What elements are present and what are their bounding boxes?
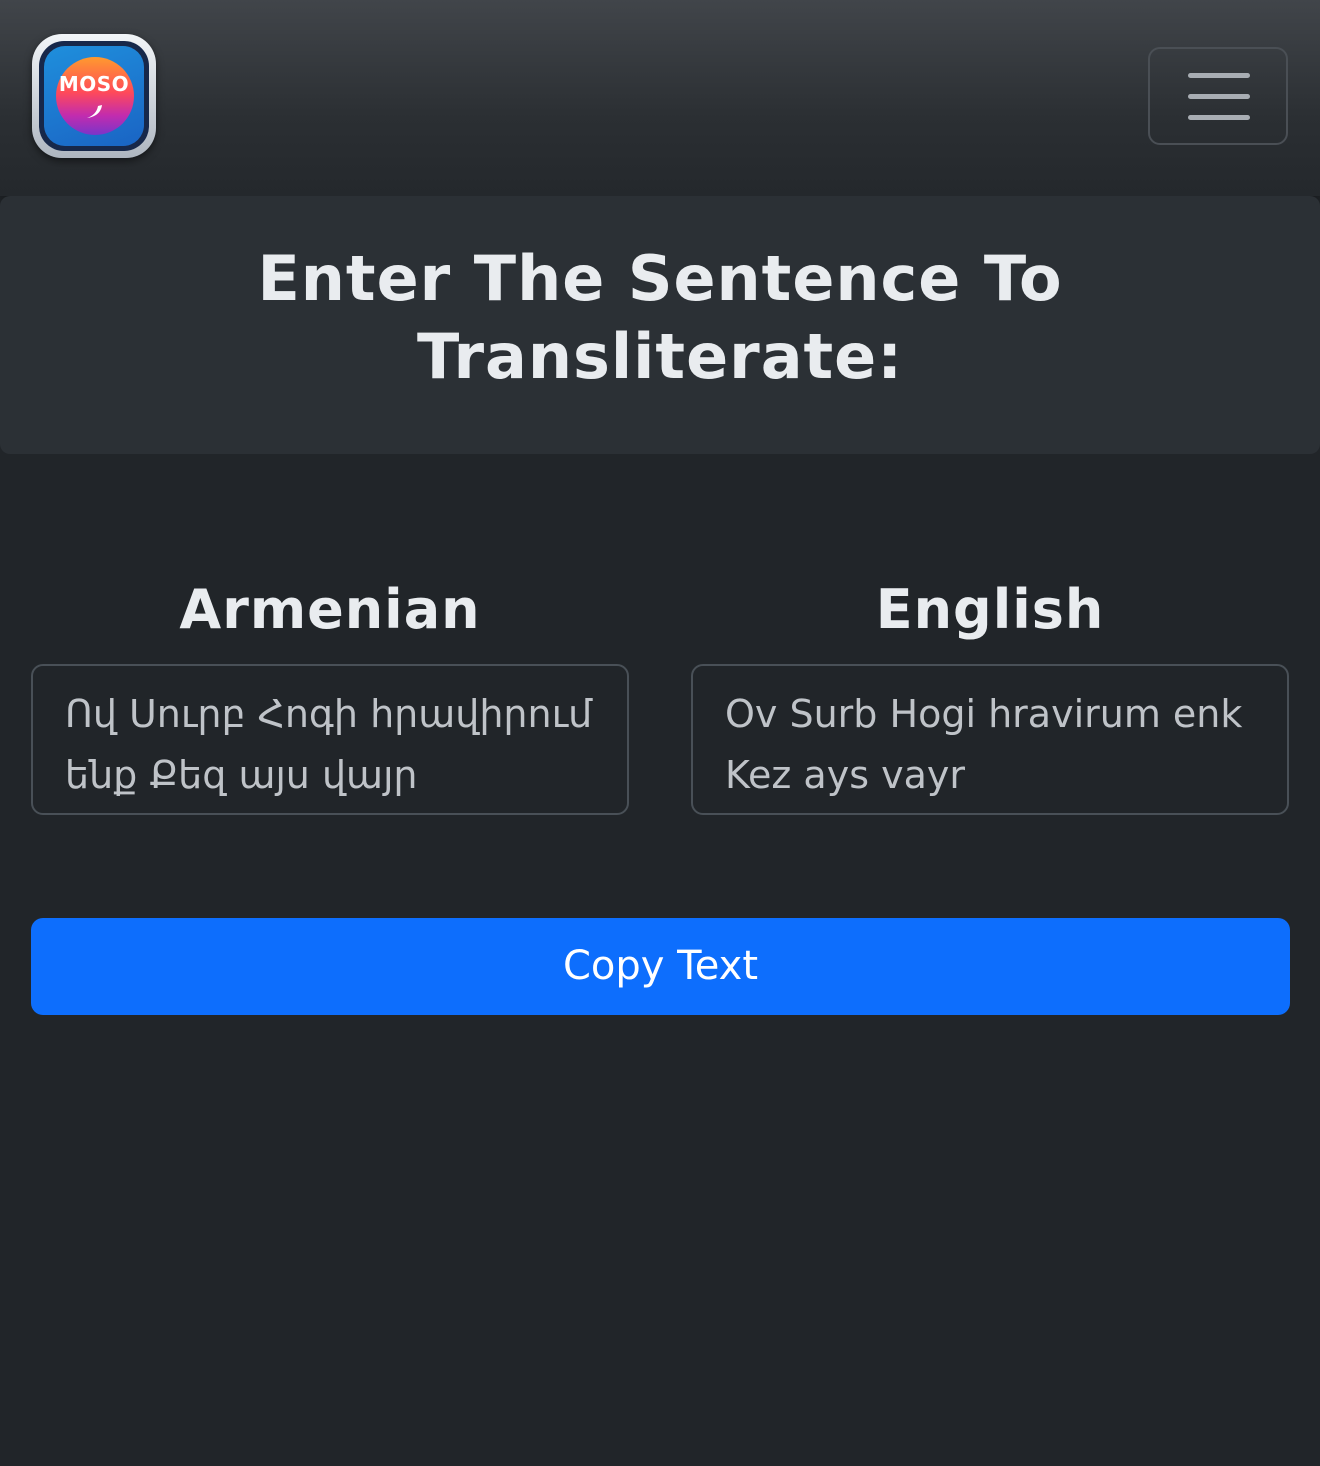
- target-text-output[interactable]: Ov Surb Hogi hravirum enk Kez ays vayr: [691, 664, 1289, 815]
- navbar: MOSO: [0, 0, 1320, 196]
- source-language-label: Armenian: [179, 578, 481, 641]
- brand-logo[interactable]: MOSO: [32, 34, 156, 158]
- hamburger-menu-icon: [1188, 73, 1250, 78]
- menu-toggle-button[interactable]: [1148, 47, 1288, 145]
- target-language-label: English: [875, 578, 1105, 641]
- source-text-input[interactable]: Ով Սուրբ Հոգի հրավիրում ենք Քեզ այս վայր: [31, 664, 629, 815]
- page-title: Enter The Sentence To Transliterate:: [257, 242, 1063, 393]
- logo-tile: MOSO: [44, 46, 144, 146]
- logo-circle: [56, 57, 134, 135]
- copy-text-button[interactable]: Copy Text: [31, 918, 1290, 1015]
- header-card: Enter The Sentence To Transliterate:: [0, 196, 1320, 454]
- logo-text: MOSO: [58, 72, 130, 96]
- hamburger-menu-icon: [1188, 115, 1250, 120]
- logo-frame: MOSO: [39, 41, 149, 151]
- hamburger-menu-icon: [1188, 94, 1250, 99]
- logo-swoosh-icon: [87, 105, 102, 118]
